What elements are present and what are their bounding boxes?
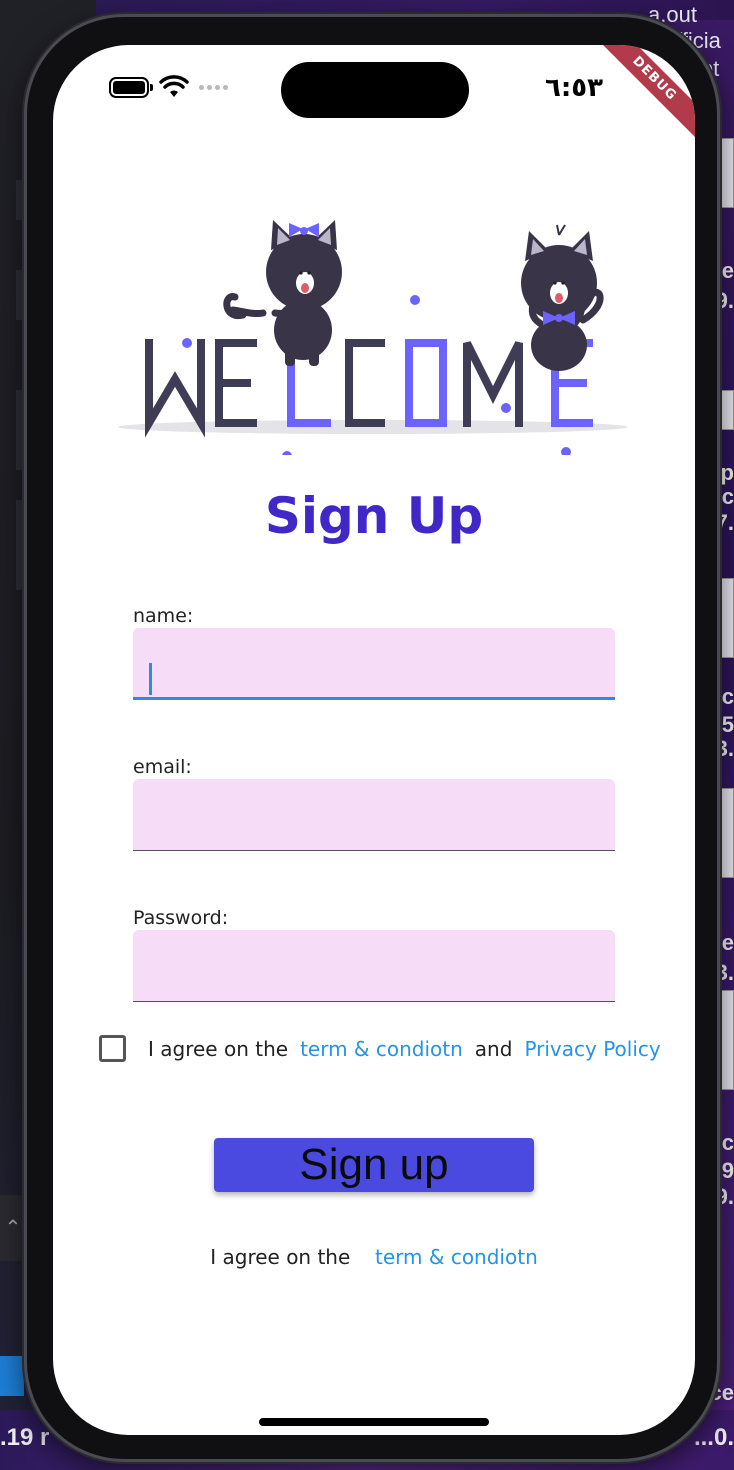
decor-dot [501,403,511,413]
status-bar-icons [109,75,228,99]
wifi-icon [159,75,189,97]
battery-icon [109,76,153,98]
name-input[interactable] [133,628,615,700]
agree-checkbox[interactable] [99,1035,126,1062]
dynamic-island [281,62,469,118]
decor-dot [182,338,192,348]
background-text: .19 r [0,1424,50,1451]
decor-dot [561,447,571,455]
email-label: email: [133,756,192,778]
background-text: ...0. [693,1424,734,1451]
letter-W [145,339,205,438]
name-label: name: [133,605,194,627]
letter-M [463,341,523,427]
agreement-and: and [474,1036,513,1061]
text-caret [149,663,152,695]
letter-C [345,339,385,427]
welcome-word [145,339,593,438]
letter-O [405,339,447,427]
sign-up-button[interactable]: Sign up [214,1138,534,1192]
signal-dots-icon [199,84,228,90]
background-tab [0,1356,24,1396]
footer-agreement: I agree on the term & condiotn [53,1245,695,1269]
email-input[interactable] [133,779,615,851]
background-text: p [720,460,734,485]
status-time: ٦:٥٣ [544,73,603,103]
editor-gutter-mark [16,390,24,470]
welcome-cats-illustration [118,220,628,455]
agreement-prefix: I agree on the [148,1036,289,1061]
footer-terms-link[interactable]: term & condiotn [375,1245,538,1269]
letter-E [215,339,257,427]
password-input[interactable] [133,930,615,1002]
background-text: c [721,484,734,509]
page-title: Sign Up [264,487,484,545]
right-cat [521,224,604,371]
phone-frame: ٦:٥٣ DEBUG Sign Up name: email: Password… [24,14,720,1462]
home-indicator [259,1418,489,1426]
decor-dot [410,295,420,305]
debug-banner: DEBUG [592,45,695,141]
agreement-row: I agree on the term & condiotn and Priva… [99,1035,661,1062]
chevron-up-icon[interactable]: ⌃ [0,1195,26,1261]
app-screen: ٦:٥٣ DEBUG Sign Up name: email: Password… [53,45,695,1435]
privacy-policy-link[interactable]: Privacy Policy [524,1037,660,1061]
editor-gutter-mark [16,180,24,220]
footer-prefix: I agree on the [210,1245,351,1269]
password-label: Password: [133,907,229,929]
decor-dot [282,451,292,455]
terms-link[interactable]: term & condiotn [300,1037,463,1061]
editor-gutter-mark [16,270,24,320]
editor-gutter-mark [16,500,24,590]
